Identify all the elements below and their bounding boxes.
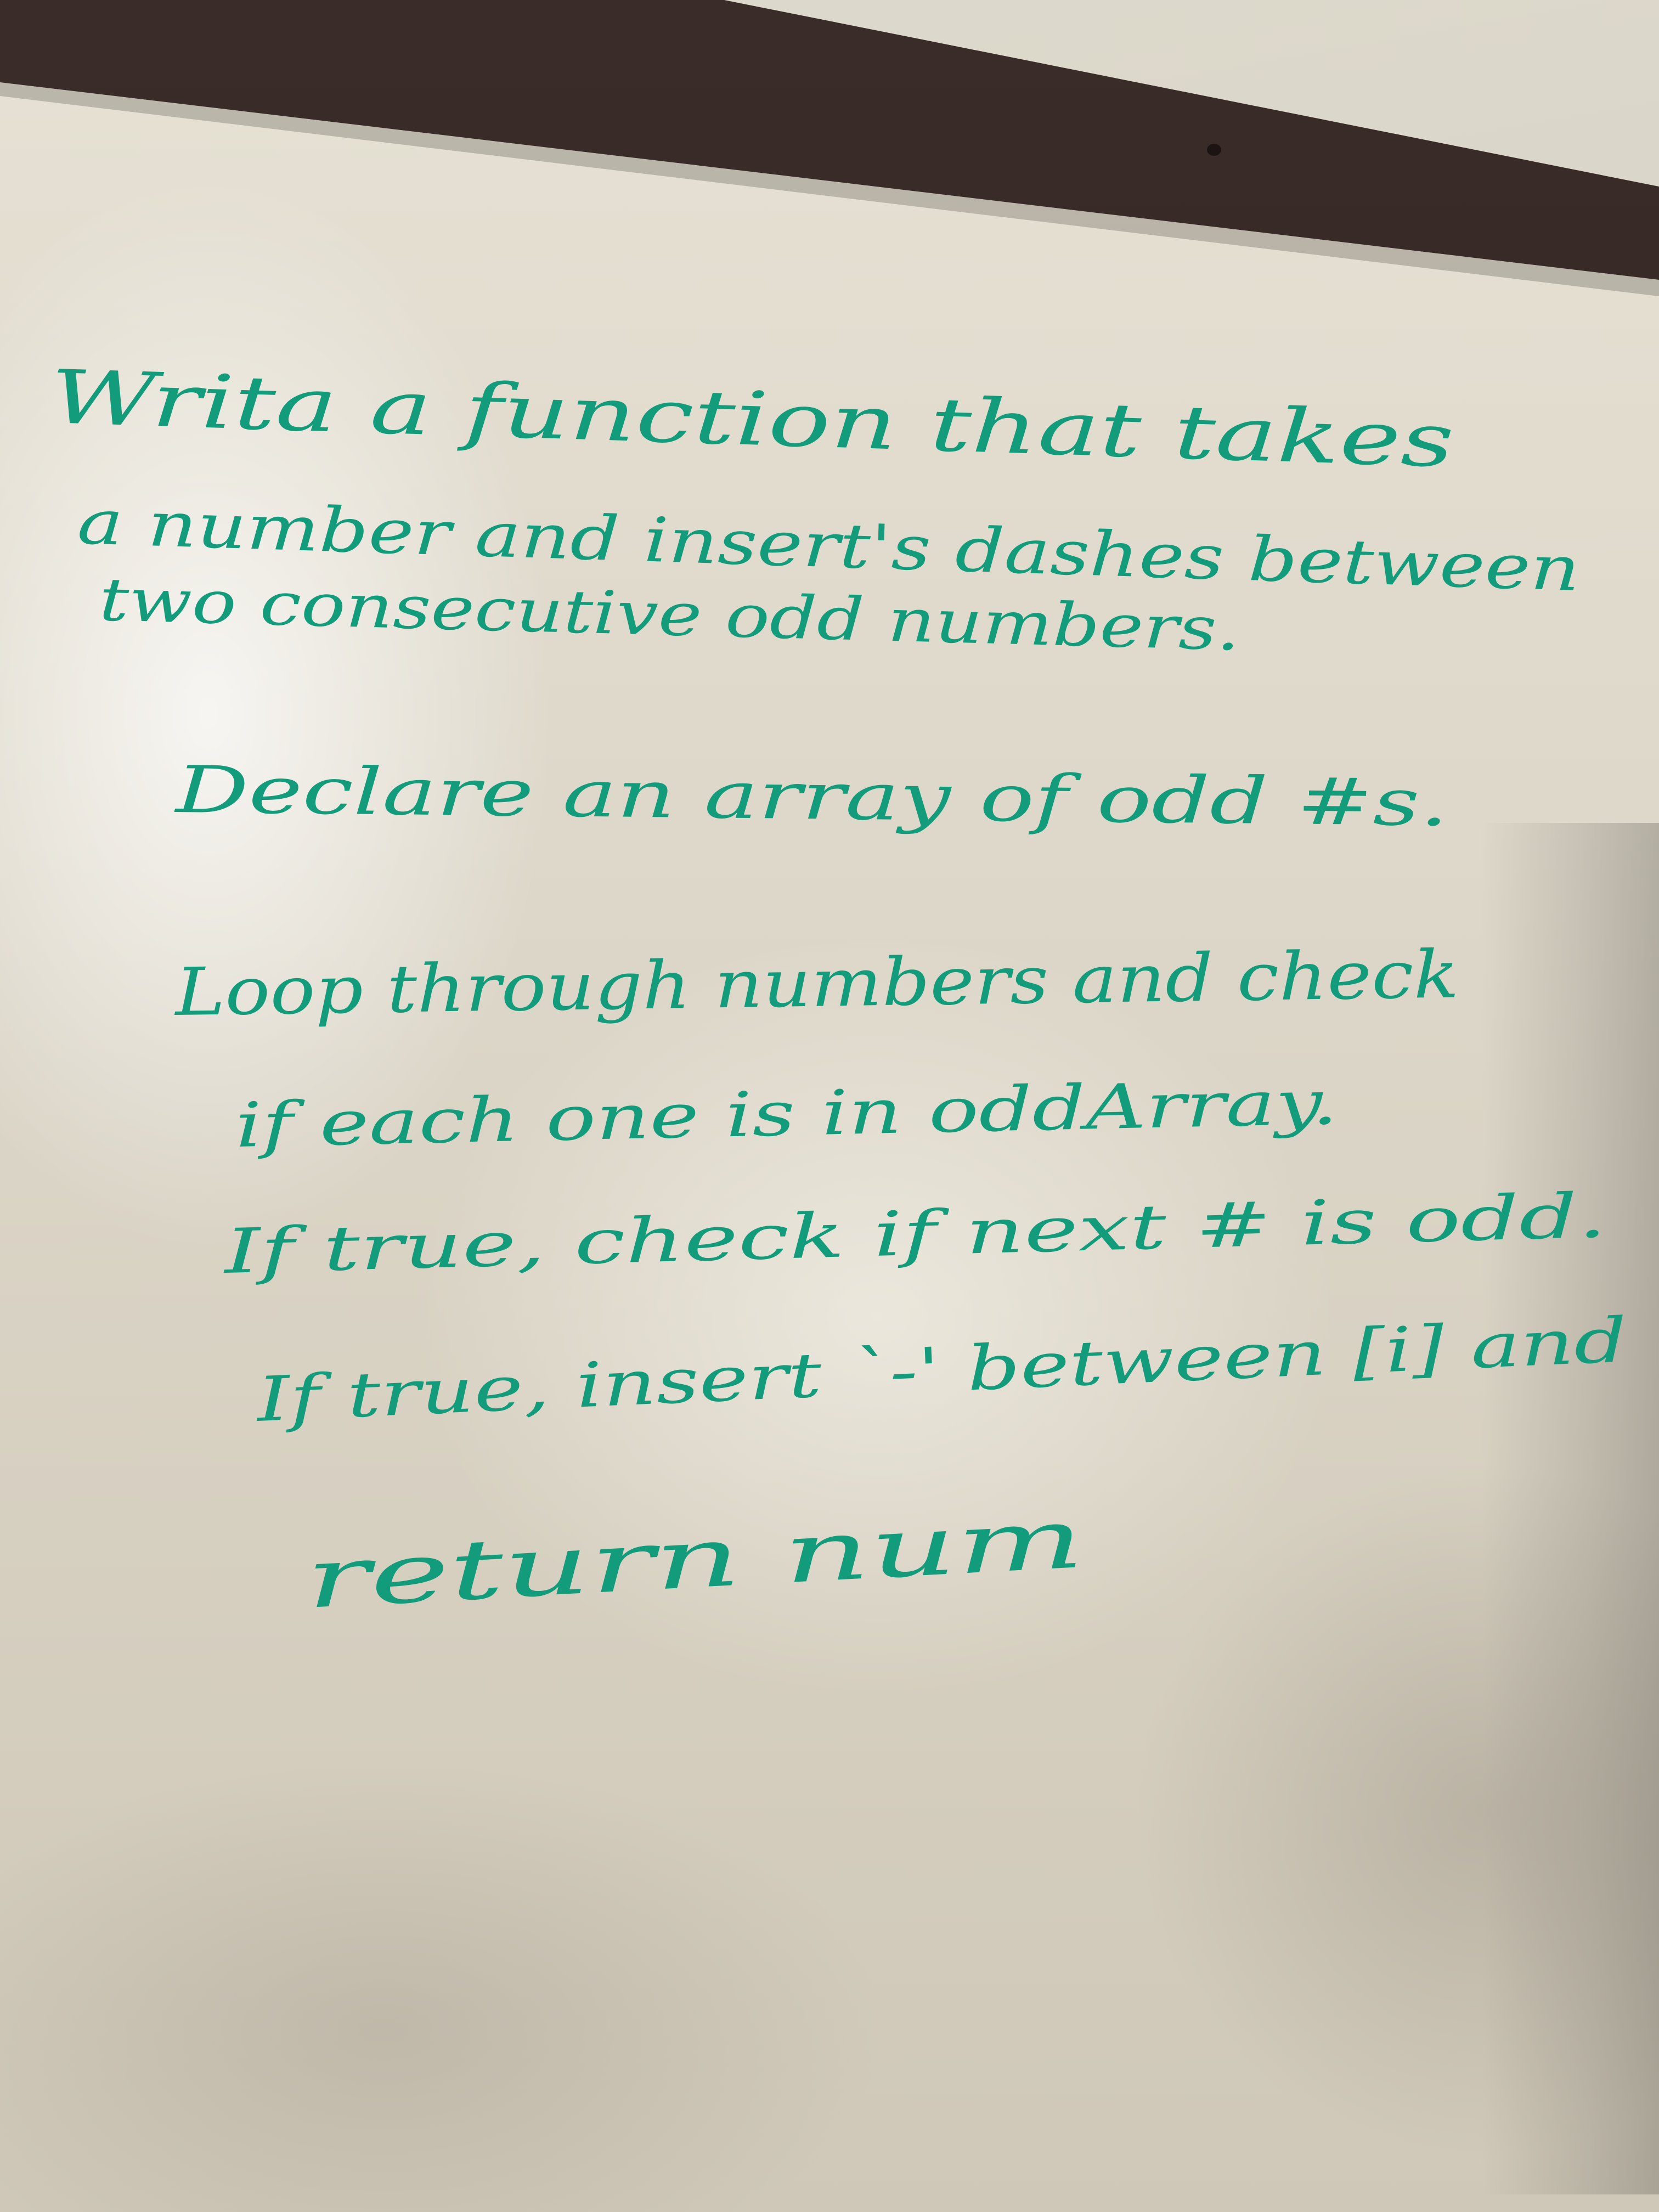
note-line-1: Writa a function that takes (49, 354, 1455, 484)
handwritten-notes: Writa a function that takes a number and… (49, 354, 1629, 1627)
note-line-9: return num (303, 1491, 1086, 1627)
note-line-6: if each one is in oddArray. (235, 1067, 1339, 1161)
note-line-4: Declare an array of odd #s. (174, 752, 1449, 840)
note-line-5: Loop through numbers and check (173, 936, 1459, 1031)
note-line-8: If true, insert `-' between [i] and (254, 1305, 1629, 1436)
note-line-7: If true, check if next # is odd. (222, 1180, 1607, 1288)
